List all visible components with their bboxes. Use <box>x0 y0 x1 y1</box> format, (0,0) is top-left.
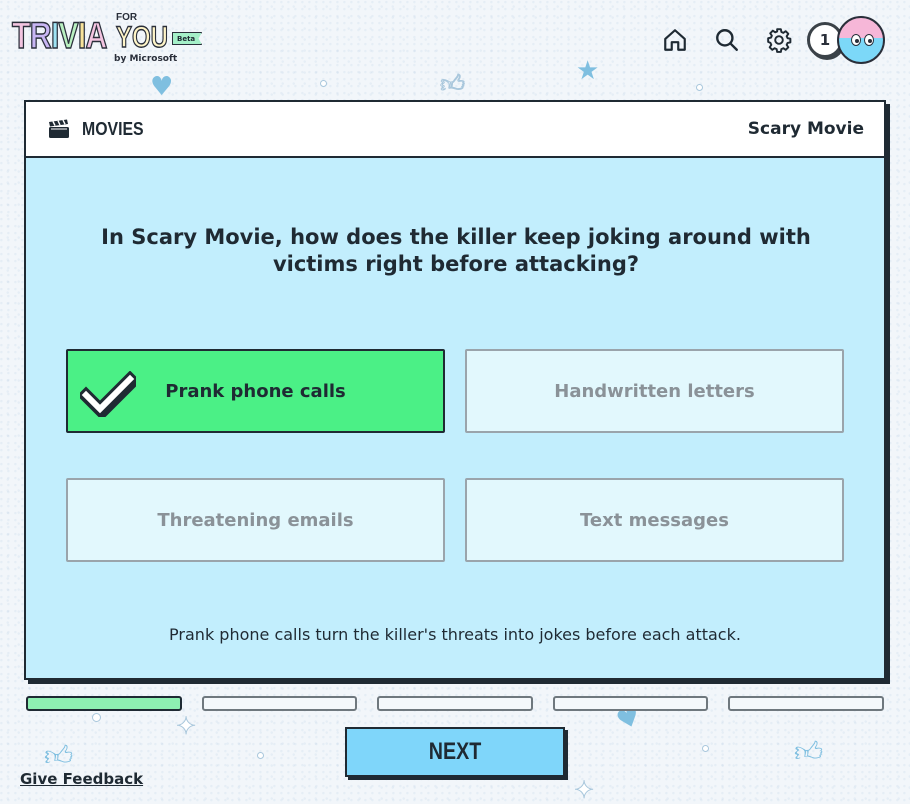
logo-byline: by Microsoft <box>114 54 178 64</box>
answer-explanation: Prank phone calls turn the killer's thre… <box>169 625 741 644</box>
progress-segment <box>26 696 182 711</box>
star-decoration: ✦ <box>175 712 197 740</box>
progress-segment <box>377 696 533 711</box>
star-decoration: ★ <box>576 56 600 86</box>
settings-button[interactable] <box>761 22 797 58</box>
next-label: NEXT <box>428 738 482 765</box>
home-icon <box>664 29 686 51</box>
thumbs-up-decoration: 👍︎ <box>794 735 824 768</box>
dot-decoration <box>92 713 101 722</box>
dot-decoration <box>320 80 327 87</box>
give-feedback-link[interactable]: Give Feedback <box>20 770 143 788</box>
answer-label: Handwritten letters <box>554 380 755 402</box>
category-label: MOVIES <box>82 118 144 139</box>
thumbs-up-decoration: 👍︎ <box>44 739 74 772</box>
avatar-eye <box>851 34 861 46</box>
question-progress <box>26 696 884 712</box>
progress-segment <box>728 696 884 711</box>
answer-option-1[interactable]: Prank phone calls <box>66 349 445 433</box>
search-button[interactable] <box>709 22 745 58</box>
card-header: MOVIES Scary Movie <box>26 102 884 158</box>
progress-segment <box>552 696 709 711</box>
answer-option-4[interactable]: Text messages <box>465 478 844 562</box>
heart-decoration: ♥ <box>150 72 174 102</box>
trivia-for-you-logo[interactable]: TRIVIA FOR YOU Beta by Microsoft <box>11 12 204 66</box>
question-card: MOVIES Scary Movie In Scary Movie, how d… <box>24 100 886 680</box>
progress-segment <box>201 696 358 711</box>
checkmark-icon <box>80 371 136 417</box>
logo-you: YOU <box>115 21 169 54</box>
avatar-eye <box>864 34 874 46</box>
thumbs-up-decoration: 👍︎ <box>439 70 466 98</box>
logo-wordmark: TRIVIA <box>11 15 108 57</box>
dot-decoration <box>257 752 264 759</box>
question-text: In Scary Movie, how does the killer keep… <box>101 225 811 276</box>
clapperboard-icon <box>49 119 69 138</box>
answer-label: Text messages <box>580 509 729 531</box>
topic-label: Scary Movie <box>747 119 864 139</box>
settings-icon <box>767 28 792 53</box>
dot-decoration <box>696 84 703 91</box>
answer-label: Threatening emails <box>157 509 354 531</box>
beta-badge: Beta <box>172 32 203 45</box>
answer-label: Prank phone calls <box>165 380 346 402</box>
dot-decoration <box>702 745 709 752</box>
answer-option-3[interactable]: Threatening emails <box>66 478 445 562</box>
answer-option-2[interactable]: Handwritten letters <box>465 349 844 433</box>
next-button[interactable]: NEXT <box>345 727 565 777</box>
search-icon <box>716 29 738 51</box>
avatar[interactable] <box>837 16 885 64</box>
home-button[interactable] <box>657 22 693 58</box>
star-decoration: ✦ <box>573 776 595 804</box>
